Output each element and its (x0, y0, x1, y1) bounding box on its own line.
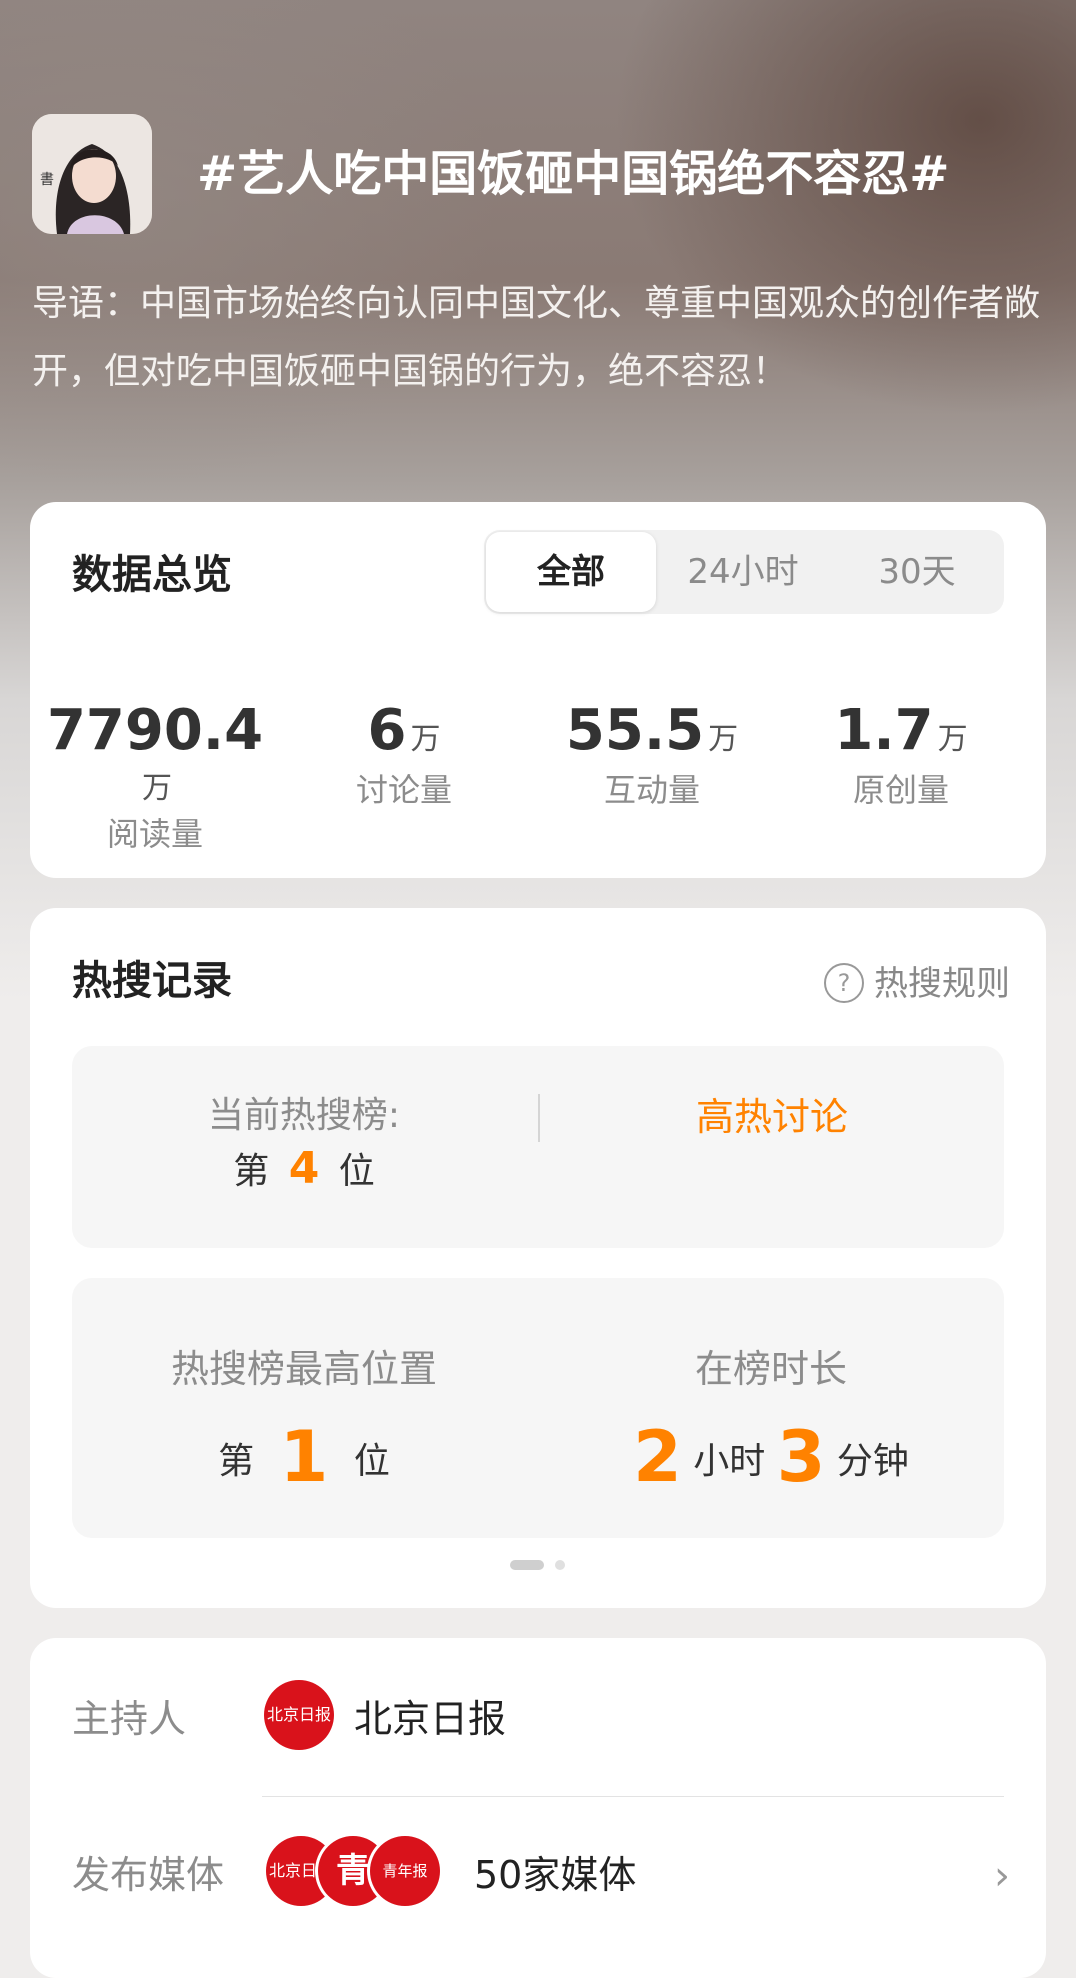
time-range-tabs: 全部 24小时 30天 (484, 530, 1004, 614)
current-rank-panel: 当前热搜榜: 第 4 位 高热讨论 (72, 1046, 1004, 1248)
stat-interactions-value: 55.5 (565, 698, 705, 763)
tab-30d[interactable]: 30天 (830, 530, 1004, 614)
stat-interactions: 55.5 万 互动量 (527, 698, 777, 811)
stat-originals: 1.7 万 原创量 (776, 698, 1026, 811)
stat-originals-value: 1.7 (834, 698, 934, 763)
stat-originals-label: 原创量 (852, 771, 949, 809)
duration-minutes: 3 (776, 1416, 826, 1498)
stat-reads-unit: 万 (142, 771, 172, 806)
minutes-unit: 分钟 (836, 1441, 909, 1482)
best-rank-label: 热搜榜最高位置 (170, 1347, 437, 1391)
topic-avatar[interactable]: 書 (32, 114, 152, 234)
topic-intro: 导语：中国市场始终向认同中国文化、尊重中国观众的创作者敞开，但对吃中国饭砸中国锅… (32, 283, 1041, 392)
best-rank-prefix: 第 (218, 1441, 255, 1482)
stat-discussions: 6万 讨论量 (279, 698, 529, 811)
hot-search-rules-link[interactable]: ? 热搜规则 (824, 956, 1010, 1005)
data-overview-card: 数据总览 全部 24小时 30天 7790.4万 阅读量 6万 讨论量 55.5… (30, 502, 1046, 878)
topic-title: #艺人吃中国饭砸中国锅绝不容忍# (197, 146, 950, 202)
overview-title: 数据总览 (72, 552, 232, 598)
stat-interactions-unit: 万 (708, 722, 739, 757)
hours-unit: 小时 (693, 1441, 766, 1482)
hot-search-card: 热搜记录 ? 热搜规则 当前热搜榜: 第 4 位 高热讨论 热搜榜最高位置 第 1… (30, 908, 1046, 1608)
topic-header: 書 #艺人吃中国饭砸中国锅绝不容忍# (32, 112, 1044, 234)
duration-label: 在榜时长 (694, 1347, 847, 1391)
tab-24h[interactable]: 24小时 (656, 530, 830, 614)
carousel-dot-active (510, 1559, 544, 1570)
hot-search-title: 热搜记录 (72, 958, 232, 1004)
carousel-dot (555, 1559, 566, 1570)
rules-label: 热搜规则 (874, 964, 1010, 1004)
stat-reads-label: 阅读量 (106, 815, 203, 853)
stat-interactions-label: 互动量 (603, 771, 700, 809)
carousel-dots[interactable] (510, 1554, 566, 1573)
duration-value: 2 小时 3 分钟 (538, 1416, 1004, 1498)
avatar-portrait-image: 書 (32, 114, 152, 234)
current-rank-value: 第 4 位 (72, 1142, 536, 1194)
tab-all[interactable]: 全部 (486, 530, 656, 614)
media-label: 发布媒体 (72, 1853, 225, 1897)
stat-originals-unit: 万 (937, 722, 968, 757)
svg-text:書: 書 (40, 172, 54, 188)
best-rank-panel: 热搜榜最高位置 第 1 位 在榜时长 2 小时 3 分钟 (72, 1278, 1004, 1538)
media-count: 50家媒体 (474, 1853, 637, 1897)
current-rank-number: 4 (288, 1143, 320, 1194)
stat-discussions-label: 讨论量 (355, 771, 452, 809)
host-name: 北京日报 (354, 1697, 507, 1741)
best-rank-suffix: 位 (353, 1441, 390, 1482)
stat-reads-value: 7790.4 (46, 698, 264, 763)
question-icon: ? (824, 963, 864, 1003)
stat-discussions-value: 6 (367, 698, 407, 763)
row-divider (262, 1796, 1004, 1797)
stat-discussions-unit: 万 (410, 722, 441, 757)
current-rank-label: 当前热搜榜: (207, 1095, 401, 1136)
host-media-card: 主持人 北京日报 北京日报 发布媒体 北京日报 青 青年报 50家媒体 › (30, 1638, 1046, 1978)
stat-reads: 7790.4 万 阅读量 (30, 698, 280, 855)
duration-hours: 2 (633, 1416, 682, 1498)
host-logo: 北京日报 (264, 1680, 334, 1750)
best-rank-value: 第 1 位 (72, 1416, 536, 1498)
current-rank-prefix: 第 (233, 1151, 270, 1192)
host-label: 主持人 (72, 1697, 187, 1741)
current-rank-suffix: 位 (338, 1151, 375, 1192)
media-logo-3: 青年报 (370, 1836, 440, 1906)
best-rank-number: 1 (279, 1416, 329, 1498)
chevron-right-icon[interactable]: › (994, 1853, 1010, 1899)
status-label: 高热讨论 (695, 1095, 848, 1139)
